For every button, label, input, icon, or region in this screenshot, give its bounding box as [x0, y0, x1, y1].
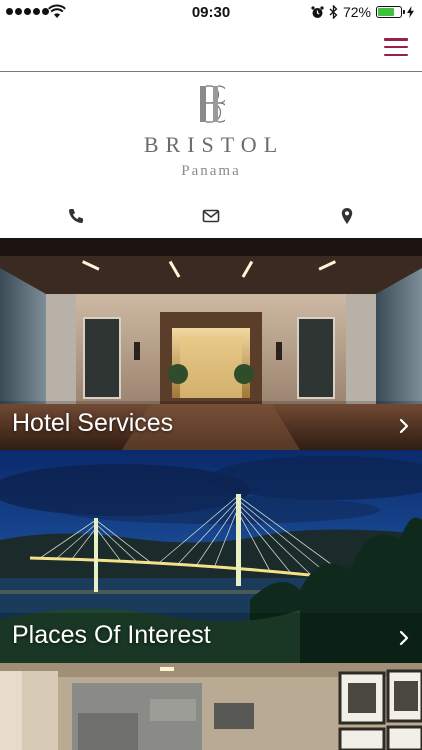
navbar	[0, 26, 422, 72]
bluetooth-icon	[329, 5, 338, 19]
chevron-right-icon	[399, 630, 409, 646]
brand-header: BRISTOL Panama	[0, 72, 422, 194]
brand-name: BRISTOL	[143, 132, 285, 157]
status-right: 72%	[311, 4, 414, 20]
tile-label: Places Of Interest	[12, 621, 211, 649]
tile-label: Hotel Services	[12, 409, 174, 437]
mail-icon[interactable]	[201, 206, 221, 226]
charging-icon	[407, 6, 414, 18]
tile-hotel-services[interactable]: Hotel Services	[0, 238, 422, 450]
bristol-monogram-icon	[200, 85, 225, 123]
phone-icon[interactable]	[66, 206, 86, 226]
chevron-right-icon	[399, 418, 409, 434]
tile-places-of-interest[interactable]: Places Of Interest	[0, 450, 422, 663]
location-pin-icon[interactable]	[337, 206, 357, 226]
status-bar: 09:30 72%	[0, 0, 422, 26]
contact-row	[0, 194, 422, 238]
battery-percent: 72%	[342, 4, 371, 20]
battery-icon	[376, 6, 405, 18]
tile-room[interactable]	[0, 663, 422, 750]
brand-location: Panama	[181, 163, 241, 179]
hamburger-menu-icon[interactable]	[384, 38, 408, 56]
room-image	[0, 663, 422, 750]
alarm-icon	[311, 5, 324, 18]
battery-fill	[378, 8, 394, 16]
